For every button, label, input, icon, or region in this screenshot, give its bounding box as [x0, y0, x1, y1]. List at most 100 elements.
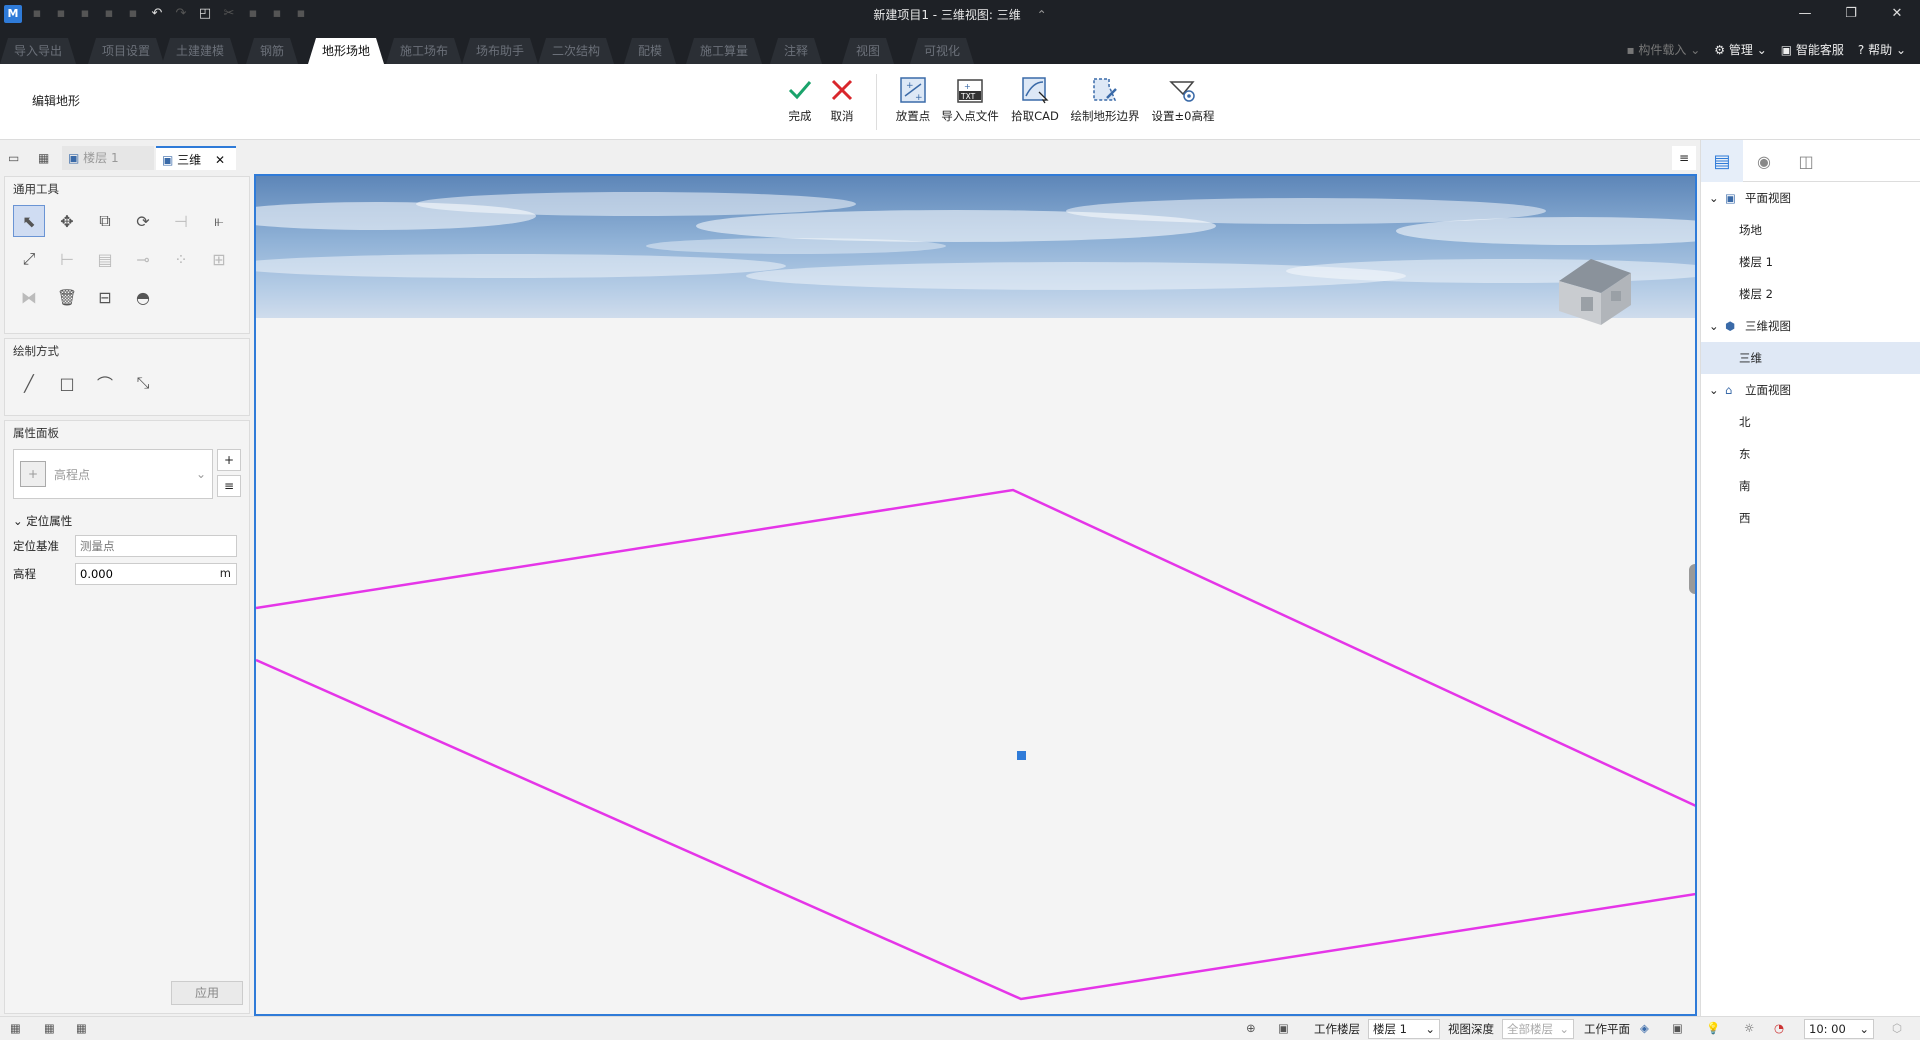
tree-elevation-views-label: 立面视图: [1745, 383, 1791, 397]
settings-cube-icon[interactable]: ⬡: [1892, 1021, 1902, 1035]
pick-cad-button[interactable]: 拾取CAD: [1010, 76, 1060, 124]
measure-tool-icon[interactable]: ⊟: [89, 281, 121, 313]
view-depth-select[interactable]: 全部楼层 ⌄: [1502, 1019, 1574, 1039]
add-type-button[interactable]: +: [217, 449, 241, 471]
tab-formwork[interactable]: 配模: [624, 38, 676, 64]
layout-3-icon[interactable]: ▦: [76, 1021, 87, 1035]
group-tool-icon[interactable]: ⊞: [203, 243, 235, 275]
work-floor-select[interactable]: 楼层 1 ⌄: [1368, 1019, 1440, 1039]
tree-item[interactable]: 三维: [1701, 342, 1920, 374]
layout-1-icon[interactable]: ▦: [10, 1021, 21, 1035]
tab-annotation[interactable]: 注释: [770, 38, 822, 64]
angle-tool-icon[interactable]: ◓: [127, 281, 159, 313]
tree-item[interactable]: 楼层 2: [1701, 278, 1920, 310]
tab-3d[interactable]: ▣ 三维 ✕: [156, 146, 236, 170]
mirror-tool-icon[interactable]: ⧓: [13, 281, 45, 313]
tab-terrain-site[interactable]: 地形场地: [308, 38, 384, 64]
delete-tool-icon[interactable]: 🗑: [51, 281, 83, 313]
minimize-button[interactable]: —: [1782, 0, 1828, 28]
restore-button[interactable]: ❐: [1828, 0, 1874, 28]
help-button[interactable]: ? 帮助 ⌄: [1858, 41, 1906, 58]
smart-service-button[interactable]: ▣ 智能客服: [1781, 41, 1844, 58]
tree-node-3d-views[interactable]: ⌄ ⬢ 三维视图: [1701, 310, 1920, 342]
tree-item[interactable]: 楼层 1: [1701, 246, 1920, 278]
tab-construction-layout[interactable]: 施工场布: [386, 38, 462, 64]
rotate-tool-icon[interactable]: ⟳: [127, 205, 159, 237]
split-tool-icon[interactable]: ⫦: [203, 205, 235, 237]
import-points-button[interactable]: TXT + 导入点文件: [940, 76, 1000, 124]
view-cube-house-icon[interactable]: [1551, 251, 1641, 331]
close-tab-icon[interactable]: ✕: [215, 153, 225, 167]
tab-rebar[interactable]: 钢筋: [246, 38, 298, 64]
pick-line-icon[interactable]: ⤡: [127, 367, 159, 399]
position-props-group[interactable]: ⌄ 定位属性: [13, 513, 241, 529]
cancel-button[interactable]: 取消: [826, 76, 858, 124]
move-tool-icon[interactable]: ✥: [51, 205, 83, 237]
draw-boundary-button[interactable]: 绘制地形边界: [1068, 76, 1142, 124]
manage-button[interactable]: ⚙ 管理 ⌄: [1714, 41, 1766, 58]
elevation-field-wrap: m: [75, 563, 237, 585]
position-base-field[interactable]: [75, 535, 237, 557]
finish-button[interactable]: 完成: [784, 76, 816, 124]
component-load-button[interactable]: ▪ 构件载入 ⌄: [1626, 41, 1700, 58]
offset-tool-icon[interactable]: ⊣: [165, 205, 197, 237]
tab-civil-modeling[interactable]: 土建建模: [162, 38, 238, 64]
light-icon[interactable]: 💡: [1706, 1021, 1720, 1035]
type-select[interactable]: + 高程点 ⌄: [13, 449, 213, 499]
place-point-button[interactable]: + + 放置点: [892, 76, 934, 124]
copy-tool-icon[interactable]: ⧉: [89, 205, 121, 237]
type-select-row: + 高程点 ⌄ + ≡: [13, 449, 241, 499]
apply-button[interactable]: 应用: [171, 981, 243, 1005]
grid-view-icon[interactable]: ▦: [38, 146, 49, 170]
ribbon-panel: 编辑地形 完成 取消 + + 放置点 TXT + 导入点文件 拾取CAD 绘制地形边…: [0, 64, 1920, 140]
time-select[interactable]: 10: 00 ⌄: [1804, 1019, 1874, 1039]
extend-tool-icon[interactable]: ▤: [89, 243, 121, 275]
elevation-view-icon: ⌂: [1725, 383, 1733, 397]
rectangle-draw-icon[interactable]: □: [51, 367, 83, 399]
set-zero-elevation-button[interactable]: 设置±0高程: [1150, 76, 1216, 124]
array-tool-icon[interactable]: ⁘: [165, 243, 197, 275]
panel-collapse-handle[interactable]: [1689, 564, 1695, 594]
terrain-point-marker[interactable]: [1017, 751, 1026, 760]
smart-service-label: 智能客服: [1795, 43, 1844, 57]
tab-floor-1[interactable]: ▣ 楼层 1: [62, 146, 154, 170]
tree-item[interactable]: 场地: [1701, 214, 1920, 246]
render-icon[interactable]: ▣: [1672, 1021, 1683, 1035]
view-browser-icon[interactable]: ▤: [1701, 140, 1743, 182]
view-menu-icon[interactable]: ≡: [1672, 146, 1696, 170]
tree-item[interactable]: 西: [1701, 502, 1920, 534]
align-tool-icon[interactable]: ⊢: [51, 243, 83, 275]
work-plane-icon[interactable]: ◈: [1640, 1021, 1649, 1035]
layout-icon[interactable]: ◫: [1785, 140, 1827, 182]
trim-tool-icon[interactable]: ⤢: [13, 243, 45, 275]
tree-item[interactable]: 北: [1701, 406, 1920, 438]
break-tool-icon[interactable]: ⊸: [127, 243, 159, 275]
tree-node-elevation-views[interactable]: ⌄ ⌂ 立面视图: [1701, 374, 1920, 406]
elevation-field[interactable]: [75, 563, 237, 585]
line-draw-icon[interactable]: ╱: [13, 367, 45, 399]
screen-icon[interactable]: ▭: [8, 146, 19, 170]
tree-item[interactable]: 南: [1701, 470, 1920, 502]
layout-2-icon[interactable]: ▦: [44, 1021, 55, 1035]
3d-viewport[interactable]: [254, 174, 1697, 1016]
shadow-icon[interactable]: ◔: [1774, 1021, 1784, 1035]
snapshot-icon[interactable]: ▣: [1278, 1021, 1289, 1035]
sun-icon[interactable]: ☼: [1744, 1021, 1754, 1035]
select-tool-icon[interactable]: ⬉: [13, 205, 45, 237]
tab-visualization[interactable]: 可视化: [910, 38, 974, 64]
tree-node-plan-views[interactable]: ⌄ ▣ 平面视图: [1701, 182, 1920, 214]
tab-view[interactable]: 视图: [842, 38, 894, 64]
edit-type-button[interactable]: ≡: [217, 475, 241, 497]
elevation-point-icon: +: [20, 461, 46, 487]
tab-secondary-structure[interactable]: 二次结构: [538, 38, 614, 64]
tab-import-export[interactable]: 导入导出: [0, 38, 76, 64]
tab-project-settings[interactable]: 项目设置: [88, 38, 164, 64]
visibility-icon[interactable]: ◉: [1743, 140, 1785, 182]
title-caret-icon[interactable]: ⌃: [1037, 8, 1047, 22]
close-window-button[interactable]: ✕: [1874, 0, 1920, 28]
arc-draw-icon[interactable]: ⌒: [89, 367, 121, 399]
tab-layout-assistant[interactable]: 场布助手: [462, 38, 538, 64]
zoom-fit-icon[interactable]: ⊕: [1246, 1021, 1256, 1035]
tab-quantity[interactable]: 施工算量: [686, 38, 762, 64]
tree-item[interactable]: 东: [1701, 438, 1920, 470]
